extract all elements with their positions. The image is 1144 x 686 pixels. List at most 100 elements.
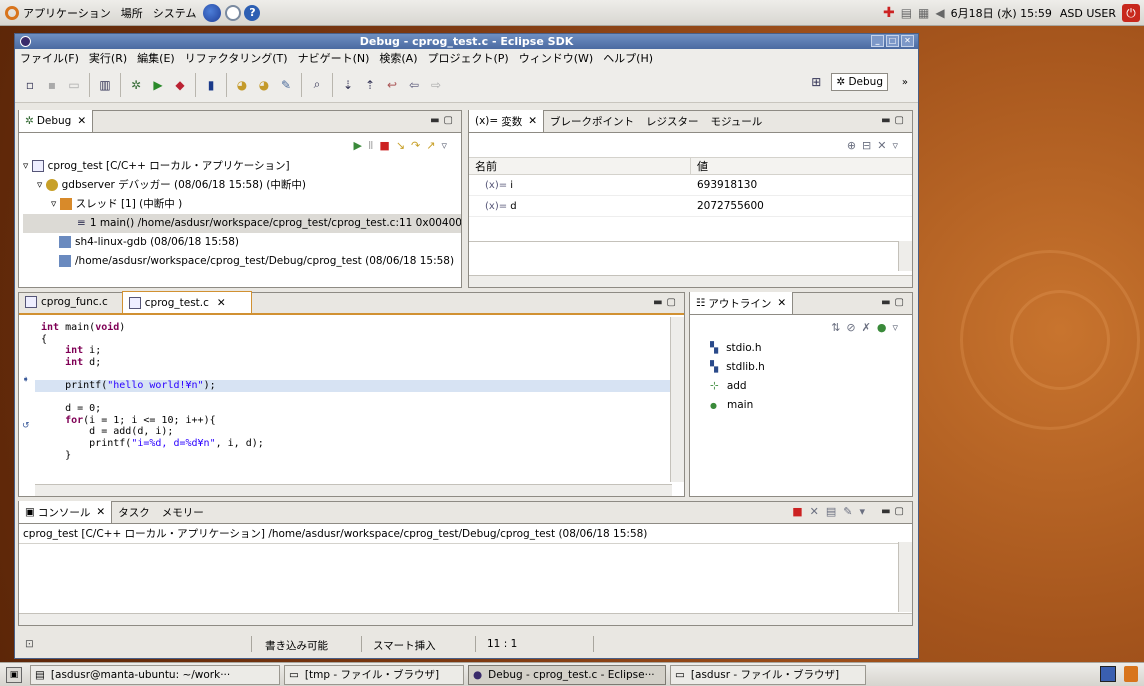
suspend-icon[interactable]: Ⅱ xyxy=(368,139,379,152)
hide-static-icon[interactable]: ✗ xyxy=(862,321,877,334)
taskbar-button-terminal[interactable]: ▤ [asdusr@manta-ubuntu: ~/work··· xyxy=(30,664,280,685)
tab-debug[interactable]: ✲ Debug ✕ xyxy=(19,110,94,132)
show-type-icon[interactable]: ⊕ xyxy=(847,139,862,152)
clock[interactable]: 6月18日 (水) 15:59 xyxy=(951,5,1052,21)
user-name[interactable]: ASD USER xyxy=(1060,7,1116,20)
detail-scrollbar[interactable] xyxy=(898,241,912,271)
places-menu[interactable]: 場所 xyxy=(116,0,148,26)
hide-nonpublic-icon[interactable]: ● xyxy=(877,321,893,334)
outline-item[interactable]: ⊹ add xyxy=(710,377,912,396)
column-name-header[interactable]: 名前 xyxy=(469,158,691,174)
tree-item-launch[interactable]: ▿ cprog_test [C/C++ ローカル・アプリケーション] xyxy=(23,157,461,176)
menu-refactor[interactable]: リファクタリング(T) xyxy=(180,50,293,66)
window-titlebar[interactable]: Debug - cprog_test.c - Eclipse SDK _ □ ✕ xyxy=(15,34,918,49)
mail-icon[interactable] xyxy=(225,4,242,21)
perspective-debug-button[interactable]: ✲ Debug xyxy=(831,73,888,91)
tab-cprog-test[interactable]: cprog_test.c ✕ xyxy=(121,291,252,313)
system-menu[interactable]: システム xyxy=(148,0,202,26)
display-console-icon[interactable]: ▾ xyxy=(859,505,872,518)
view-min-max-icon[interactable]: ▬▢ xyxy=(430,115,457,126)
terminate-icon[interactable]: ■ xyxy=(792,505,809,518)
editor-vertical-scrollbar[interactable] xyxy=(670,317,684,482)
tab-console[interactable]: ▣ コンソール ✕ xyxy=(19,501,113,523)
tab-memory[interactable]: メモリー xyxy=(156,501,210,523)
close-tab-icon[interactable]: ✕ xyxy=(777,297,786,309)
tab-outline[interactable]: ☷ アウトライン ✕ xyxy=(690,292,794,314)
show-desktop-icon[interactable]: ▣ xyxy=(6,666,22,683)
taskbar-button-asdusr[interactable]: ▭ [asdusr - ファイル・ブラウザ] xyxy=(670,664,866,685)
close-tab-icon[interactable]: ✕ xyxy=(528,115,537,127)
external-tools-icon[interactable]: ◆ xyxy=(171,76,189,94)
menu-search[interactable]: 検索(A) xyxy=(374,50,422,66)
editor-horizontal-scrollbar[interactable] xyxy=(35,484,672,496)
build-icon[interactable]: ▥ xyxy=(96,76,114,94)
last-edit-icon[interactable]: ↩ xyxy=(383,76,401,94)
menu-file[interactable]: ファイル(F) xyxy=(15,50,84,66)
pencil-icon[interactable]: ✎ xyxy=(277,76,295,94)
tree-item-process[interactable]: /home/asdusr/workspace/cprog_test/Debug/… xyxy=(23,252,461,271)
search-icon[interactable]: ⌕ xyxy=(308,76,326,94)
debug-icon[interactable]: ✲ xyxy=(127,76,145,94)
tree-item-debugger[interactable]: ▿ gdbserver デバッガー (08/06/18 15:58) (中断中) xyxy=(23,176,461,195)
remove-launch-icon[interactable]: ✕ xyxy=(810,505,826,518)
save-icon[interactable]: ▪ xyxy=(43,76,61,94)
expand-icon[interactable]: ▿ xyxy=(51,198,60,210)
terminate-icon[interactable]: ■ xyxy=(379,139,395,152)
view-menu-icon[interactable]: ▿ xyxy=(892,321,904,334)
close-tab-icon[interactable]: ✕ xyxy=(96,506,105,518)
trash-icon[interactable] xyxy=(1124,666,1138,682)
update-notifier-icon[interactable]: ✚ xyxy=(883,5,895,21)
tab-registers[interactable]: レジスター xyxy=(640,110,705,132)
expand-icon[interactable]: ▿ xyxy=(37,179,46,191)
column-value-header[interactable]: 値 xyxy=(691,158,708,174)
collapse-all-icon[interactable]: ⊟ xyxy=(862,139,877,152)
close-tab-icon[interactable]: ✕ xyxy=(217,297,226,309)
tab-cprog-func[interactable]: cprog_func.c xyxy=(19,291,114,313)
sort-icon[interactable]: ⇅ xyxy=(831,321,846,334)
forward-icon[interactable]: ⇨ xyxy=(427,76,445,94)
outline-item[interactable]: ▚ stdio.h xyxy=(710,339,912,358)
close-tab-icon[interactable]: ✕ xyxy=(77,115,86,127)
view-min-max-icon[interactable]: ▬▢ xyxy=(881,506,908,517)
applications-menu[interactable]: アプリケーション xyxy=(0,0,116,26)
more-perspectives-icon[interactable]: » xyxy=(902,77,908,88)
hide-fields-icon[interactable]: ⊘ xyxy=(846,321,861,334)
menu-run[interactable]: 実行(R) xyxy=(84,50,132,66)
detail-pane[interactable] xyxy=(469,241,912,271)
menu-navigate[interactable]: ナビゲート(N) xyxy=(293,50,375,66)
tab-breakpoints[interactable]: ブレークポイント xyxy=(544,110,640,132)
tree-item-gdb[interactable]: sh4-linux-gdb (08/06/18 15:58) xyxy=(23,233,461,252)
variable-row[interactable]: (x)= i 693918130 xyxy=(469,175,912,196)
prev-annotation-icon[interactable]: ⇡ xyxy=(361,76,379,94)
console-vertical-scrollbar[interactable] xyxy=(898,542,912,612)
tab-variables[interactable]: (x)= 変数 ✕ xyxy=(469,110,545,132)
step-over-icon[interactable]: ↷ xyxy=(411,139,426,152)
back-icon[interactable]: ⇦ xyxy=(405,76,423,94)
console-output[interactable] xyxy=(19,542,898,612)
workspace-switcher-icon[interactable] xyxy=(1100,666,1116,682)
tab-tasks[interactable]: タスク xyxy=(112,501,156,523)
pin-console-icon[interactable]: ✎ xyxy=(843,505,859,518)
fast-view-icon[interactable]: ⊡ xyxy=(25,638,34,650)
open-perspective-icon[interactable]: ⊞ xyxy=(807,73,825,91)
menu-help[interactable]: ヘルプ(H) xyxy=(598,50,658,66)
step-into-icon[interactable]: ↘ xyxy=(396,139,411,152)
printer-icon[interactable]: ▤ xyxy=(901,6,912,20)
view-min-max-icon[interactable]: ▬▢ xyxy=(881,297,908,308)
resume-icon[interactable]: ▶ xyxy=(354,139,368,152)
taskbar-button-eclipse[interactable]: ● Debug - cprog_test.c - Eclipse··· xyxy=(468,664,666,685)
folder-icon[interactable]: ◕ xyxy=(255,76,273,94)
new-icon[interactable]: ▫ xyxy=(21,76,39,94)
console-horizontal-scrollbar[interactable] xyxy=(19,613,912,625)
editor-ruler[interactable]: ➧ ↺ xyxy=(19,317,35,482)
minimize-button[interactable]: _ xyxy=(871,35,884,47)
menu-project[interactable]: プロジェクト(P) xyxy=(423,50,514,66)
maximize-button[interactable]: □ xyxy=(886,35,899,47)
view-menu-icon[interactable]: ▿ xyxy=(441,139,453,152)
print-icon[interactable]: ▭ xyxy=(65,76,83,94)
step-return-icon[interactable]: ↗ xyxy=(426,139,441,152)
firefox-icon[interactable] xyxy=(203,3,222,22)
taskbar-button-tmp[interactable]: ▭ [tmp - ファイル・ブラウザ] xyxy=(284,664,464,685)
volume-icon[interactable]: ◀ xyxy=(935,6,944,20)
code-area[interactable]: int main(void){ int i; int d; printf("he… xyxy=(35,322,672,482)
